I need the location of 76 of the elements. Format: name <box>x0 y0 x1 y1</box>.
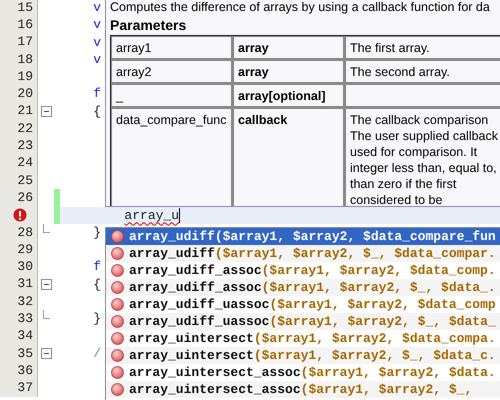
table-cell: array <box>233 36 345 60</box>
description-text: The second array. <box>350 64 451 80</box>
line-number: 25 <box>17 172 33 190</box>
table-cell: data_compare_func <box>111 108 233 206</box>
line-number: 18 <box>17 50 33 69</box>
code-text: f <box>93 259 102 274</box>
description-text: considered to be <box>350 192 444 206</box>
completion-item[interactable]: array_udiff($array1, $array2, $data_compare_fun <box>106 228 500 245</box>
table-cell: _ <box>111 84 233 108</box>
line-number: 17 <box>17 33 33 52</box>
function-icon <box>111 383 124 396</box>
completion-item[interactable]: array_uintersect_assoc($array1, $array2, $_, <box>106 381 500 398</box>
function-icon <box>111 230 124 243</box>
collapse-icon[interactable] <box>40 278 52 290</box>
collapse-icon[interactable] <box>40 348 52 360</box>
line-number: 28 <box>17 224 33 242</box>
line-number: 37 <box>17 379 33 398</box>
table-cell: array1 <box>111 36 233 60</box>
line-number: 34 <box>17 327 33 346</box>
code-text: v <box>93 52 102 67</box>
code-text: } <box>93 224 102 240</box>
text-caret <box>179 208 180 223</box>
completion-item[interactable]: array_udiff($array1, $array2, $_, $data_compar. <box>106 245 500 262</box>
collapse-icon[interactable] <box>40 106 52 117</box>
description-text: used for comparison. It <box>350 144 478 160</box>
line-number: 24 <box>17 154 33 172</box>
completion-item[interactable]: array_udiff_assoc($array1, $array2, $_, $data_. <box>106 279 500 296</box>
description-text: integer less than, equal to, <box>350 160 498 176</box>
code-text: v <box>93 34 102 50</box>
line-number: 16 <box>17 16 33 34</box>
line-number: 32 <box>17 292 33 311</box>
function-icon <box>111 247 124 260</box>
doc-summary: Computes the difference of arrays by using a callback function for da <box>110 0 491 16</box>
code-text: { <box>93 276 102 292</box>
line-number: 31 <box>17 275 33 294</box>
description-text: The callback comparison <box>350 112 490 128</box>
line-number: 35 <box>17 344 33 363</box>
description-text: than zero if the first <box>350 176 458 192</box>
function-icon <box>111 332 124 345</box>
completion-item[interactable]: array_udiff_uassoc($array1, $array2, $data_comp <box>106 296 500 313</box>
function-icon <box>111 349 124 362</box>
completion-item[interactable]: array_uintersect_assoc($array1, $array2, $data. <box>106 364 500 381</box>
line-number: 21 <box>17 102 33 120</box>
function-icon <box>111 281 124 294</box>
line-number: 15 <box>17 0 33 17</box>
section-heading: Parameters <box>110 16 188 34</box>
completion-item[interactable]: array_uintersect($array1, $array2, $_, $data_c. <box>106 347 500 364</box>
code-text: } <box>93 311 102 326</box>
code-text: / <box>93 346 102 361</box>
line-number: 33 <box>17 310 33 328</box>
code-text: v <box>93 0 102 15</box>
function-icon <box>111 315 124 328</box>
function-icon <box>111 264 124 277</box>
line-number: 30 <box>17 258 33 276</box>
description-text: The user supplied callback <box>350 128 499 144</box>
line-number: 29 <box>17 240 33 259</box>
line-number: 23 <box>17 137 33 156</box>
description-text: The first array. <box>350 40 431 56</box>
table-cell: array[optional] <box>233 84 345 108</box>
table-cell: callback <box>233 108 345 206</box>
line-number: 26 <box>17 188 33 207</box>
line-number: 19 <box>17 68 33 86</box>
code-text: { <box>93 104 102 119</box>
function-icon <box>111 298 124 311</box>
code-text: f <box>93 86 102 102</box>
function-icon <box>111 366 124 379</box>
table-cell: array <box>233 60 345 84</box>
completion-item[interactable]: array_udiff_uassoc($array1, $array2, $_, $data_ <box>106 313 500 330</box>
completion-item[interactable]: array_udiff_assoc($array1, $array2, $data_comp. <box>106 262 500 279</box>
completion-item[interactable]: array_uintersect($array1, $array2, $data_compa. <box>106 330 500 347</box>
line-number: 36 <box>17 362 33 380</box>
table-cell: array2 <box>111 60 233 84</box>
code-text: v <box>93 17 102 32</box>
line-number: 20 <box>17 85 33 104</box>
line-number: 22 <box>17 120 33 138</box>
code-text: array_u <box>124 208 180 223</box>
